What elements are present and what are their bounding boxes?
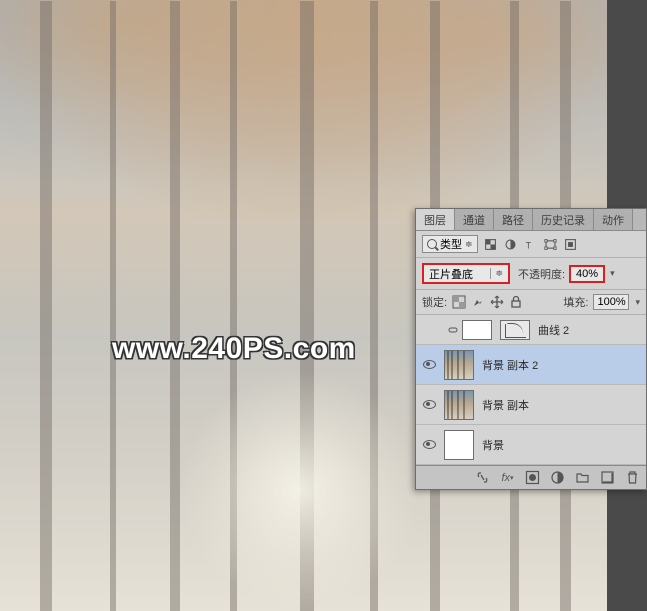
opacity-value[interactable]: 40%	[569, 265, 605, 283]
blend-opacity-row: 正片叠底 ≑ 不透明度: 40% ▾	[416, 258, 646, 290]
layers-list: 曲线 2 背景 副本 2 背景 副本 背景	[416, 315, 646, 465]
opacity-label: 不透明度:	[518, 266, 565, 282]
eye-icon	[423, 360, 436, 369]
lock-position-icon[interactable]	[490, 295, 504, 309]
visibility-toggle[interactable]	[422, 398, 436, 412]
chevron-down-icon[interactable]: ▾	[610, 268, 615, 279]
layer-name[interactable]: 背景 副本	[482, 397, 529, 413]
new-layer-icon[interactable]	[600, 470, 615, 485]
filter-shape-icon[interactable]	[543, 237, 558, 252]
visibility-toggle[interactable]	[422, 358, 436, 372]
visibility-toggle[interactable]	[422, 323, 436, 337]
tab-layers[interactable]: 图层	[416, 209, 455, 230]
layer-name[interactable]: 曲线 2	[538, 322, 569, 338]
search-icon	[427, 239, 437, 249]
visibility-toggle[interactable]	[422, 438, 436, 452]
filter-type-label: 类型	[440, 236, 462, 252]
watermark-text: www.240PS.com	[112, 332, 356, 366]
layer-row[interactable]: 背景 副本	[416, 385, 646, 425]
layer-thumb[interactable]	[444, 430, 474, 460]
lock-label: 锁定:	[422, 294, 447, 310]
filter-pixel-icon[interactable]	[483, 237, 498, 252]
chevron-updown-icon: ≑	[465, 239, 473, 250]
link-layers-icon[interactable]	[475, 470, 490, 485]
layer-fx-icon[interactable]: fx▾	[500, 470, 515, 485]
filter-type-select[interactable]: 类型 ≑	[422, 235, 478, 253]
layer-row[interactable]: 背景 副本 2	[416, 345, 646, 385]
panel-tabs: 图层 通道 路径 历史记录 动作	[416, 209, 646, 231]
layers-panel: 图层 通道 路径 历史记录 动作 类型 ≑ T 正片叠底 ≑ 不透明度: 40%…	[415, 208, 647, 490]
layer-row[interactable]: 曲线 2	[416, 315, 646, 345]
delete-layer-icon[interactable]	[625, 470, 640, 485]
tab-channels[interactable]: 通道	[455, 209, 494, 230]
link-icon	[448, 325, 458, 335]
new-group-icon[interactable]	[575, 470, 590, 485]
layer-thumb[interactable]	[444, 390, 474, 420]
fill-label: 填充:	[563, 294, 588, 310]
filter-adjustment-icon[interactable]	[503, 237, 518, 252]
lock-transparency-icon[interactable]	[452, 295, 466, 309]
curves-adjustment-thumb[interactable]	[500, 320, 530, 340]
layer-mask-thumb[interactable]	[462, 320, 492, 340]
lock-image-icon[interactable]	[471, 295, 485, 309]
fill-value[interactable]: 100%	[593, 294, 629, 310]
lock-fill-row: 锁定: 填充: 100% ▾	[416, 290, 646, 315]
add-mask-icon[interactable]	[525, 470, 540, 485]
tab-actions[interactable]: 动作	[594, 209, 633, 230]
layer-thumb[interactable]	[444, 350, 474, 380]
layers-panel-footer: fx▾	[416, 465, 646, 489]
layer-filter-row: 类型 ≑ T	[416, 231, 646, 258]
chevron-updown-icon: ≑	[490, 268, 503, 279]
filter-type-icon[interactable]: T	[523, 237, 538, 252]
lock-all-icon[interactable]	[509, 295, 523, 309]
blend-mode-value: 正片叠底	[429, 266, 473, 282]
filter-smartobject-icon[interactable]	[563, 237, 578, 252]
blend-mode-select[interactable]: 正片叠底 ≑	[422, 263, 510, 284]
eye-icon	[423, 400, 436, 409]
tab-history[interactable]: 历史记录	[533, 209, 594, 230]
new-adjustment-icon[interactable]	[550, 470, 565, 485]
tab-paths[interactable]: 路径	[494, 209, 533, 230]
layer-name[interactable]: 背景	[482, 437, 504, 453]
eye-icon	[423, 440, 436, 449]
chevron-down-icon[interactable]: ▾	[635, 297, 640, 308]
layer-row[interactable]: 背景	[416, 425, 646, 465]
svg-text:T: T	[525, 240, 531, 250]
layer-name[interactable]: 背景 副本 2	[482, 357, 538, 373]
